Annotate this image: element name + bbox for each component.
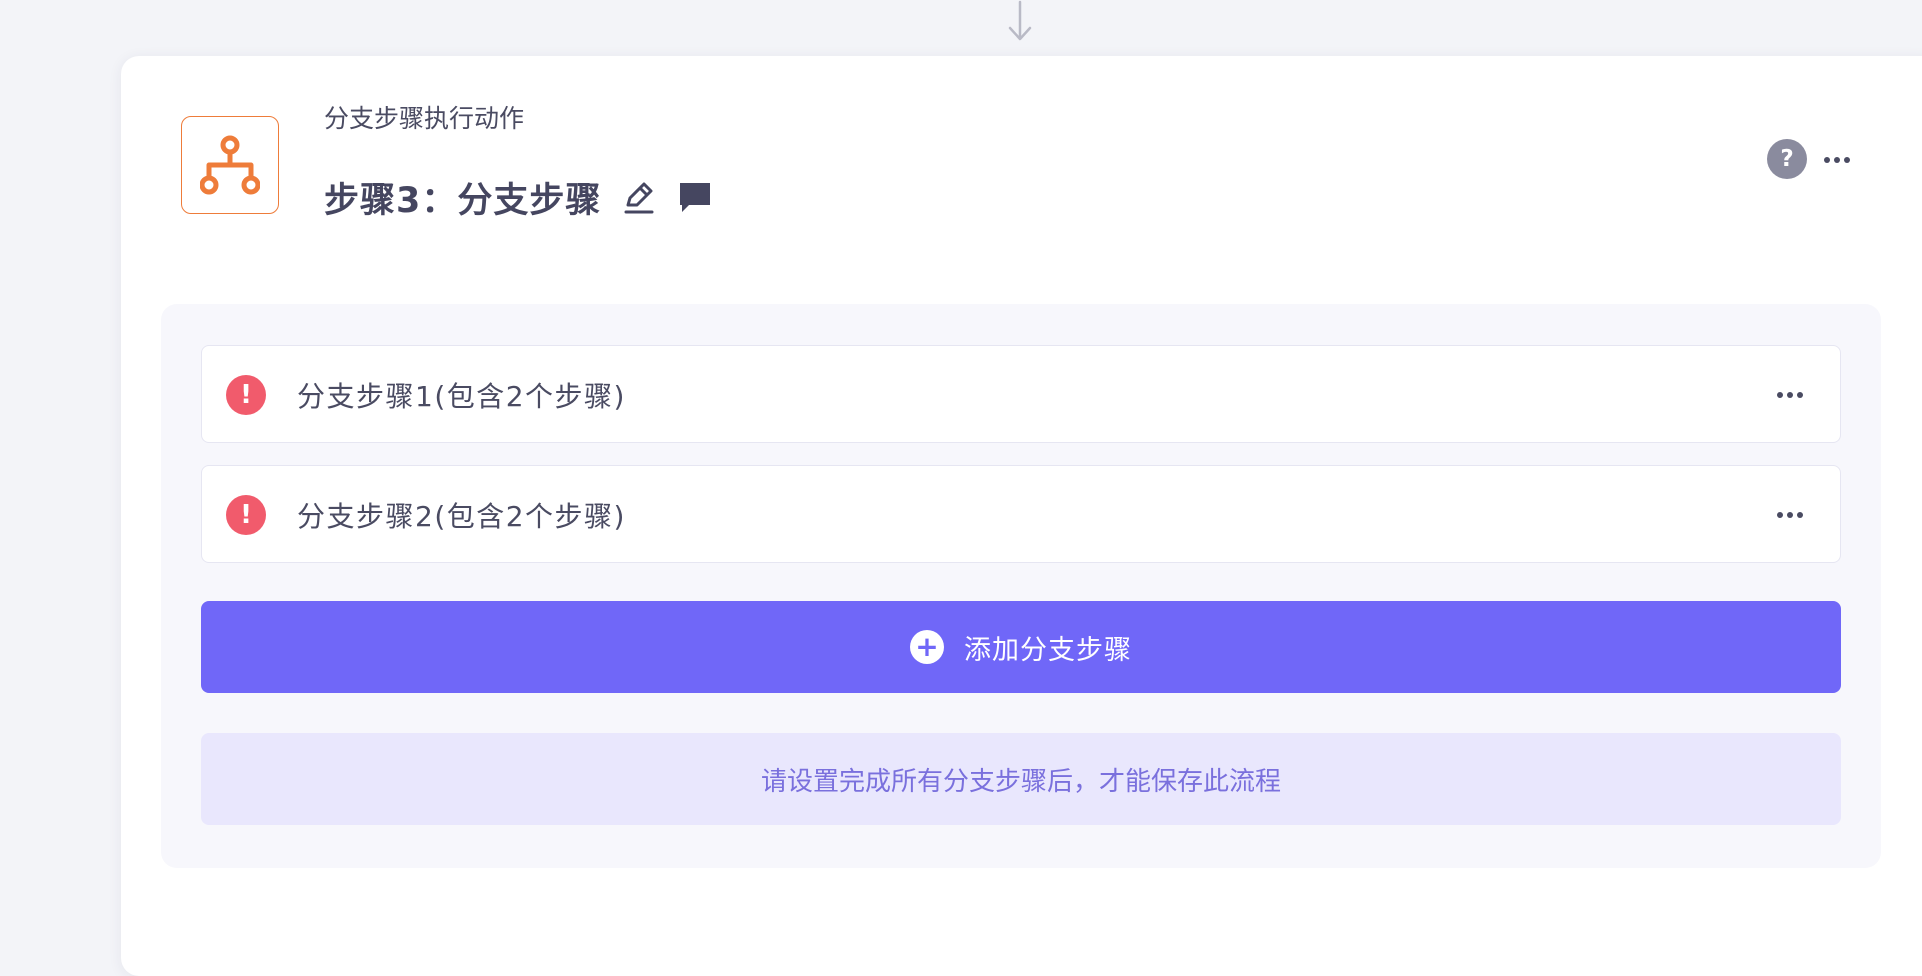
pencil-icon (624, 182, 654, 214)
add-branch-label: 添加分支步骤 (964, 634, 1132, 666)
arrow-down-icon (1008, 0, 1032, 41)
title-row: 步骤3：分支步骤 (324, 170, 715, 224)
branch-item[interactable]: ! 分支步骤1(包含2个步骤) (201, 345, 1841, 443)
warning-icon: ! (226, 375, 266, 415)
step-card: 分支步骤执行动作 步骤3：分支步骤 ? ! 分支步骤1(包含2个步骤) ! 分支… (121, 56, 1922, 976)
save-notice: 请设置完成所有分支步骤后，才能保存此流程 (201, 733, 1841, 825)
help-button[interactable]: ? (1767, 139, 1807, 179)
more-horizontal-icon[interactable] (1774, 499, 1806, 531)
help-icon: ? (1780, 146, 1794, 172)
branch-panel: ! 分支步骤1(包含2个步骤) ! 分支步骤2(包含2个步骤) + 添加分支步骤… (161, 304, 1881, 868)
branch-label: 分支步骤2(包含2个步骤) (297, 500, 626, 533)
branch-item[interactable]: ! 分支步骤2(包含2个步骤) (201, 465, 1841, 563)
branch-label: 分支步骤1(包含2个步骤) (297, 380, 626, 413)
warning-icon: ! (226, 495, 266, 535)
edit-title-button[interactable] (621, 179, 657, 215)
more-horizontal-icon[interactable] (1821, 144, 1853, 176)
comment-icon (680, 183, 711, 212)
comment-button[interactable] (675, 177, 715, 217)
plus-circle-icon: + (910, 630, 944, 664)
step-type-label: 分支步骤执行动作 (324, 104, 525, 133)
save-notice-text: 请设置完成所有分支步骤后，才能保存此流程 (760, 766, 1281, 797)
add-branch-button[interactable]: + 添加分支步骤 (201, 601, 1841, 693)
branch-icon (181, 116, 279, 214)
more-horizontal-icon[interactable] (1774, 379, 1806, 411)
step-title: 步骤3：分支步骤 (324, 180, 602, 221)
